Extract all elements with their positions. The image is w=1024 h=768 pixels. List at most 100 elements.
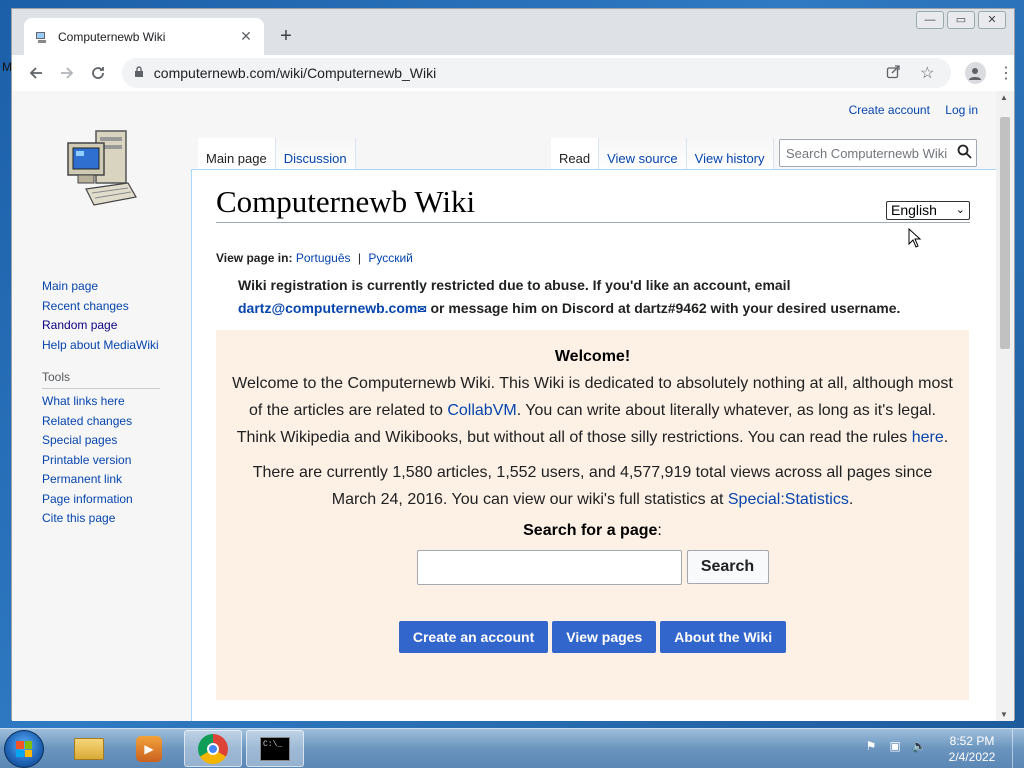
wiki-logo-computer-icon[interactable] [62,127,142,217]
stats-text-b: . [848,491,854,508]
taskbar-media-player[interactable]: ▶ [120,730,178,767]
taskbar-cmd[interactable]: C:\_ [246,730,304,767]
scroll-up-icon[interactable]: ▲ [1000,93,1008,102]
browser-menu-icon[interactable]: ⋮ [998,63,1014,83]
sidebar-item-page-information[interactable]: Page information [42,490,192,510]
profile-avatar-icon[interactable] [964,62,987,84]
sidebar-item-printable-version[interactable]: Printable version [42,451,192,471]
about-the-wiki-button[interactable]: About the Wiki [660,621,787,653]
search-placeholder: Search Computernewb Wiki [786,145,948,161]
sidebar-item-related-changes[interactable]: Related changes [42,412,192,432]
start-button[interactable] [4,730,44,768]
new-tab-button[interactable]: + [274,24,298,48]
sidebar-item-main-page[interactable]: Main page [42,277,192,297]
clock-time: 8:52 PM [949,734,995,748]
tab-title: Computernewb Wiki [58,29,166,44]
window-controls: — ▭ ✕ [913,11,1006,29]
search-button[interactable]: Search [686,550,769,584]
back-button[interactable] [20,57,51,89]
back-arrow-icon [29,67,42,79]
lang-link-portuguese[interactable]: Português [296,251,351,265]
scroll-down-icon[interactable]: ▼ [1000,710,1008,719]
wiki-favicon-icon [34,29,50,45]
browser-tab[interactable]: Computernewb Wiki ✕ [24,18,264,55]
lock-icon [134,65,144,81]
windows-logo-icon [16,741,32,757]
reload-icon [92,67,105,79]
collabvm-link[interactable]: CollabVM [447,402,516,419]
sidebar-item-what-links-here[interactable]: What links here [42,392,192,412]
tab-close-icon[interactable]: ✕ [238,28,254,45]
sidebar-item-help[interactable]: Help about MediaWiki [42,336,192,356]
welcome-box: Welcome! Welcome to the Computernewb Wik… [216,330,969,700]
forward-button[interactable] [51,57,82,89]
share-icon[interactable] [886,64,901,82]
media-player-icon: ▶ [136,735,162,762]
lang-separator: | [357,251,361,265]
view-pages-button[interactable]: View pages [552,621,657,653]
stats-paragraph: There are currently 1,580 articles, 1,55… [216,459,969,513]
scrollbar-thumb[interactable] [1000,117,1010,349]
system-tray: ⚑ ▣ 🔈 [862,737,934,755]
clock[interactable]: 8:52 PM 2/4/2022 [942,733,1002,765]
page-title: Computernewb Wiki [216,184,970,223]
page-viewport: Create account Log in Main page Recent c… [12,91,996,721]
browser-toolbar: computernewb.com/wiki/Computernewb_Wiki … [12,55,1014,91]
close-window-button[interactable]: ✕ [978,11,1006,29]
taskbar: ▶ C:\_ ⚑ ▣ 🔈 8:52 PM 2/4/2022 [0,728,1024,768]
search-label-text: Search for a page [523,522,658,539]
network-icon[interactable]: ▣ [886,737,904,755]
search-label-colon: : [657,522,662,539]
tab-strip: Computernewb Wiki ✕ + — ▭ ✕ [12,9,1014,55]
language-select[interactable]: English ⌄ [886,201,970,220]
mouse-cursor-icon [908,228,922,248]
folder-icon [74,737,104,760]
log-in-link[interactable]: Log in [945,103,978,117]
volume-icon[interactable]: 🔈 [910,737,928,755]
taskbar-explorer[interactable] [60,730,118,767]
reload-button[interactable] [83,57,114,89]
rules-link[interactable]: here [912,429,944,446]
language-select-value: English [891,202,937,218]
view-page-in-label: View page in: [216,251,293,265]
create-account-link[interactable]: Create account [849,103,930,117]
maximize-button[interactable]: ▭ [947,11,975,29]
forward-arrow-icon [60,67,74,79]
welcome-title: Welcome! [554,348,631,365]
sidebar-item-random-page[interactable]: Random page [42,316,192,336]
page-search-input[interactable] [416,550,682,585]
sidebar-item-cite-this-page[interactable]: Cite this page [42,509,192,529]
action-center-icon[interactable]: ⚑ [862,737,880,755]
email-link[interactable]: dartz@computernewb.com [238,300,417,316]
mail-icon: ✉ [417,304,427,316]
page-content: Computernewb Wiki English ⌄ View page in… [191,169,996,721]
create-an-account-button[interactable]: Create an account [398,621,549,653]
show-desktop-button[interactable] [1012,729,1024,768]
statistics-link[interactable]: Special:Statistics [728,491,849,508]
welcome-text-c: . [943,429,949,446]
lang-link-russian[interactable]: Русский [368,251,413,265]
view-page-in: View page in: Português | Русский [216,251,413,265]
chrome-icon [198,733,228,764]
taskbar-chrome[interactable] [184,730,242,767]
sidebar-item-special-pages[interactable]: Special pages [42,431,192,451]
action-buttons: Create an account View pages About the W… [216,621,969,653]
search-icon[interactable] [952,144,976,163]
clock-date: 2/4/2022 [948,750,996,764]
registration-notice: Wiki registration is currently restricte… [238,274,938,322]
sidebar-tools-heading: Tools [42,370,160,389]
minimize-button[interactable]: — [916,11,944,29]
sidebar-item-permanent-link[interactable]: Permanent link [42,470,192,490]
url-text: computernewb.com/wiki/Computernewb_Wiki [153,65,437,81]
sidebar-item-recent-changes[interactable]: Recent changes [42,297,192,317]
search-for-page-label: Search for a page: [216,522,969,540]
address-bar[interactable]: computernewb.com/wiki/Computernewb_Wiki … [121,58,951,88]
sidebar-navigation: Main page Recent changes Random page Hel… [42,277,192,529]
bookmark-star-icon[interactable]: ☆ [920,63,934,83]
notice-line-2: or message him on Discord at dartz#9462 … [426,300,901,316]
wiki-search-input[interactable]: Search Computernewb Wiki [779,139,977,167]
page-scrollbar[interactable]: ▲ ▼ [996,91,1014,721]
personal-tools: Create account Log in [837,103,978,117]
notice-line-1: Wiki registration is currently restricte… [238,277,791,293]
chevron-down-icon: ⌄ [955,204,965,216]
